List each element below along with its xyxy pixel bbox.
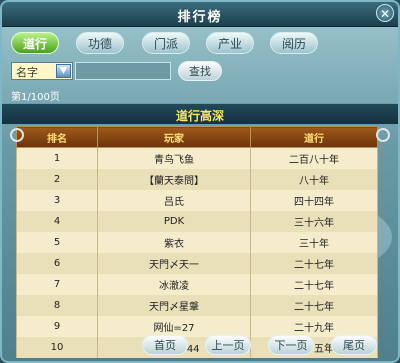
player-cell: 天門〆星鞶 (97, 295, 251, 316)
ornament-icon (376, 128, 390, 142)
daoxing-cell: 八十年 (250, 169, 378, 190)
table-row[interactable]: 4 PDK 三十六年 (16, 211, 378, 232)
table-row[interactable]: 7 冰澈凌 二十七年 (16, 274, 378, 295)
title-bar[interactable]: 排行榜 ✕ (2, 2, 398, 27)
player-cell: 冰澈凌 (97, 274, 251, 295)
daoxing-cell: 二十七年 (250, 253, 378, 274)
daoxing-cell: 三十年 (250, 232, 378, 253)
player-cell: 网仙=27 (97, 316, 251, 337)
daoxing-cell: 二百八十年 (250, 147, 378, 169)
search-type-select[interactable]: 名字 ▼ (11, 62, 73, 80)
table-row[interactable]: 1 青鸟飞鱼 二百八十年 (16, 147, 378, 169)
first-page-button[interactable]: 首页 (142, 335, 188, 355)
table-row[interactable]: 3 吕氏 四十四年 (16, 190, 378, 211)
column-header-player[interactable]: 玩家 (97, 126, 251, 148)
search-input[interactable] (75, 62, 171, 80)
daoxing-cell: 二十七年 (250, 295, 378, 316)
rank-cell: 7 (16, 274, 98, 295)
daoxing-cell: 三十六年 (250, 211, 378, 232)
rank-cell: 5 (16, 232, 98, 253)
rank-cell: 9 (16, 316, 98, 337)
player-cell: 【蘭天泰問】 (97, 169, 251, 190)
page-indicator: 第1/100页 (11, 92, 60, 103)
daoxing-cell: 二十七年 (250, 274, 378, 295)
last-page-button[interactable]: 尾页 (331, 335, 377, 355)
rank-cell: 1 (16, 147, 98, 169)
table-header-row: 排名 玩家 道行 (16, 126, 378, 148)
tab-yueli[interactable]: 阅历 (270, 32, 318, 54)
rank-cell: 8 (16, 295, 98, 316)
daoxing-cell: 四十四年 (250, 190, 378, 211)
player-cell: 青鸟飞鱼 (97, 147, 251, 169)
search-type-value: 名字 (16, 66, 38, 79)
tab-daoxing[interactable]: 道行 (11, 32, 59, 54)
player-cell: 天門〆天一 (97, 253, 251, 274)
section-header: 道行高深 (2, 103, 398, 125)
rank-cell: 6 (16, 253, 98, 274)
daoxing-cell: 二十九年 (250, 316, 378, 337)
ornament-icon (10, 128, 24, 142)
window-title: 排行榜 (177, 10, 223, 25)
column-header-rank[interactable]: 排名 (16, 126, 98, 148)
table-row[interactable]: 8 天門〆星鞶 二十七年 (16, 295, 378, 316)
tab-menpai[interactable]: 门派 (142, 32, 190, 54)
next-page-button[interactable]: 下一页 (268, 335, 314, 355)
player-cell: 紫衣 (97, 232, 251, 253)
prev-page-button[interactable]: 上一页 (205, 335, 251, 355)
ranking-window: 排行榜 ✕ 道行 功德 门派 产业 阅历 名字 ▼ 查找 第1/100页 道行高… (0, 0, 400, 363)
table-row[interactable]: 2 【蘭天泰問】 八十年 (16, 169, 378, 190)
chevron-down-icon[interactable]: ▼ (56, 64, 71, 78)
table-row[interactable]: 9 网仙=27 二十九年 (16, 316, 378, 337)
rank-cell: 2 (16, 169, 98, 190)
column-header-daoxing[interactable]: 道行 (250, 126, 378, 148)
section-title: 道行高深 (175, 109, 224, 123)
rank-cell: 10 (16, 337, 98, 358)
ranking-table: 排名 玩家 道行 1 青鸟飞鱼 二百八十年 2 【蘭天泰問】 八十年 3 吕氏 四十四年 4 PDK… (16, 126, 378, 358)
tab-chanye[interactable]: 产业 (206, 32, 254, 54)
search-button[interactable]: 查找 (178, 61, 222, 81)
player-cell: 吕氏 (97, 190, 251, 211)
player-cell: PDK (97, 211, 251, 232)
rank-cell: 4 (16, 211, 98, 232)
rank-cell: 3 (16, 190, 98, 211)
tab-gongde[interactable]: 功德 (76, 32, 124, 54)
table-row[interactable]: 5 紫衣 三十年 (16, 232, 378, 253)
table-row[interactable]: 10太阳星=44二十五年 (16, 337, 378, 358)
close-icon[interactable]: ✕ (376, 4, 394, 22)
table-row[interactable]: 6 天門〆天一 二十七年 (16, 253, 378, 274)
